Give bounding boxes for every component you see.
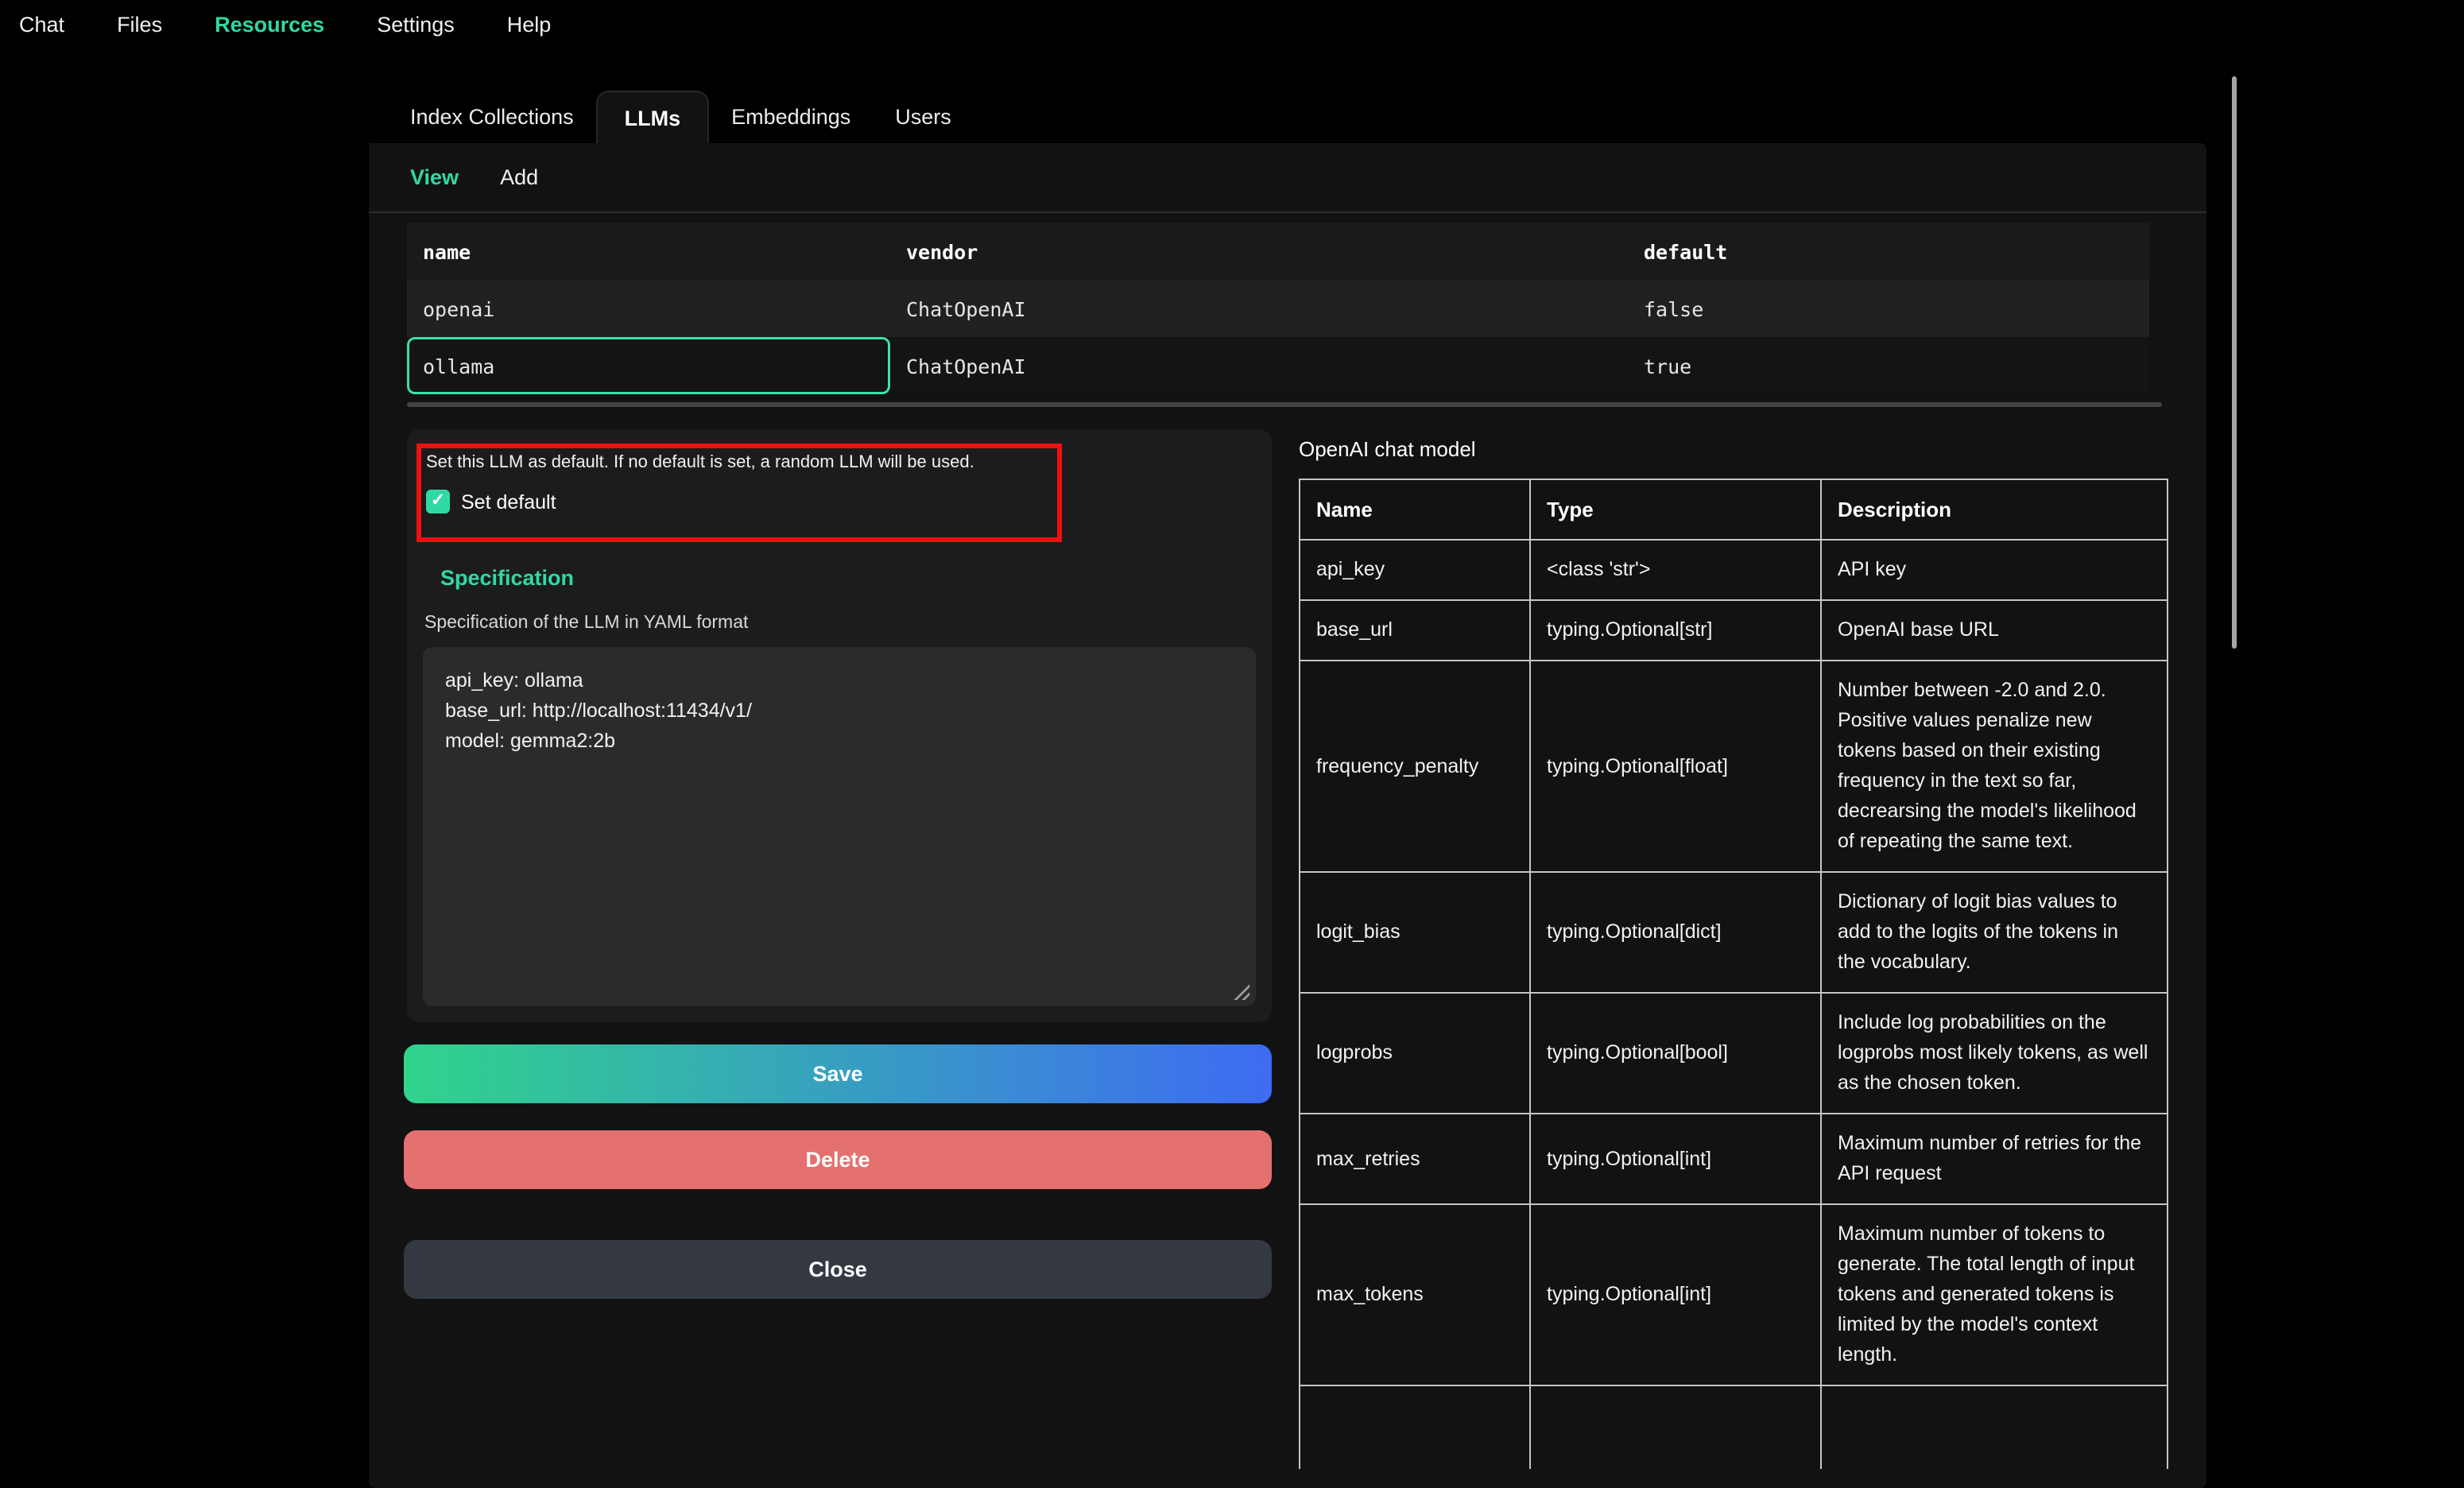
delete-button[interactable]: Delete [404,1130,1272,1189]
llm-table: name vendor default openai ChatOpenAI fa… [407,223,2149,394]
nav-item-chat[interactable]: Chat [19,12,64,36]
schema-cell-type: typing.Optional[str] [1530,600,1821,661]
schema-cell-description [1821,1385,2168,1469]
default-note-text: Set this LLM as default. If no default i… [426,453,974,472]
tab-llms[interactable]: LLMs [596,91,710,143]
cell-default: true [1628,337,2149,394]
llms-panel: View Add name vendor default openai Chat… [369,143,2206,1488]
schema-cell-type: typing.Optional[dict] [1530,872,1821,993]
llm-table-header: name vendor default [407,223,2149,280]
annotation-red-box: Set this LLM as default. If no default i… [416,444,1062,542]
schema-cell-description: Number between -2.0 and 2.0. Positive va… [1821,661,2168,872]
close-button[interactable]: Close [404,1240,1272,1299]
schema-row-frequency-penalty: frequency_penalty typing.Optional[float]… [1300,661,2168,872]
schema-cell-type [1530,1385,1821,1469]
schema-col-name: Name [1300,479,1530,540]
set-default-checkbox[interactable]: ✓ [426,490,450,513]
schema-cell-name: frequency_penalty [1300,661,1530,872]
check-icon: ✓ [431,491,445,510]
cell-default: false [1628,280,2149,337]
subtab-view[interactable]: View [389,165,479,188]
schema-row-max-retries: max_retries typing.Optional[int] Maximum… [1300,1114,2168,1204]
schema-cell-description: OpenAI base URL [1821,600,2168,661]
schema-cell-description: API key [1821,540,2168,600]
specification-heading: Specification [440,566,574,590]
schema-row-base-url: base_url typing.Optional[str] OpenAI bas… [1300,600,2168,661]
schema-cell-type: typing.Optional[int] [1530,1114,1821,1204]
model-schema-table: Name Type Description api_key <class 'st… [1299,479,2168,1469]
tab-index-collections[interactable]: Index Collections [388,91,596,143]
column-header-name: name [407,223,890,280]
llm-row-ollama[interactable]: ollama ChatOpenAI true [407,337,2149,394]
nav-item-settings[interactable]: Settings [377,12,455,36]
yaml-spec-textarea[interactable]: api_key: ollama base_url: http://localho… [423,647,1256,1006]
nav-item-files[interactable]: Files [117,12,162,36]
save-button[interactable]: Save [404,1044,1272,1103]
schema-cell-type: typing.Optional[int] [1530,1204,1821,1385]
specification-caption: Specification of the LLM in YAML format [424,614,748,633]
schema-cell-description: Include log probabilities on the logprob… [1821,993,2168,1114]
app-root: Chat Files Resources Settings Help Index… [0,0,2464,1488]
top-nav: Chat Files Resources Settings Help [0,0,2464,48]
schema-cell-description: Maximum number of tokens to generate. Th… [1821,1204,2168,1385]
llm-row-openai[interactable]: openai ChatOpenAI false [407,280,2149,337]
schema-row-max-tokens: max_tokens typing.Optional[int] Maximum … [1300,1204,2168,1385]
schema-cell-name: max_retries [1300,1114,1530,1204]
tab-users[interactable]: Users [873,91,974,143]
schema-row-logit-bias: logit_bias typing.Optional[dict] Diction… [1300,872,2168,993]
schema-cell-name [1300,1385,1530,1469]
schema-row-api-key: api_key <class 'str'> API key [1300,540,2168,600]
schema-cell-type: typing.Optional[float] [1530,661,1821,872]
schema-cell-type: <class 'str'> [1530,540,1821,600]
set-default-row[interactable]: ✓ Set default [426,490,556,513]
schema-cell-name: api_key [1300,540,1530,600]
schema-header-row: Name Type Description [1300,479,2168,540]
schema-cell-name: logprobs [1300,993,1530,1114]
yaml-textarea-wrap: api_key: ollama base_url: http://localho… [423,647,1256,1006]
nav-item-resources[interactable]: Resources [215,12,324,36]
vertical-scrollbar[interactable] [2232,76,2237,649]
nav-item-help[interactable]: Help [507,12,552,36]
column-header-vendor: vendor [890,223,1628,280]
schema-row-logprobs: logprobs typing.Optional[bool] Include l… [1300,993,2168,1114]
schema-cell-name: logit_bias [1300,872,1530,993]
model-panel-title: OpenAI chat model [1299,437,1476,461]
subtab-add[interactable]: Add [479,165,559,188]
tab-embeddings[interactable]: Embeddings [709,91,873,143]
view-add-subtabs: View Add [389,153,559,200]
schema-cell-type: typing.Optional[bool] [1530,993,1821,1114]
cell-name-selected: ollama [407,337,890,394]
cell-vendor: ChatOpenAI [890,337,1628,394]
schema-cell-description: Dictionary of logit bias values to add t… [1821,872,2168,993]
schema-cell-name: base_url [1300,600,1530,661]
llm-detail-card: Set this LLM as default. If no default i… [407,429,1272,1022]
set-default-label: Set default [461,490,556,513]
cell-name: openai [407,280,890,337]
schema-row-partial [1300,1385,2168,1469]
horizontal-scrollbar[interactable] [407,402,2162,407]
schema-col-description: Description [1821,479,2168,540]
schema-col-type: Type [1530,479,1821,540]
cell-vendor: ChatOpenAI [890,280,1628,337]
column-header-default: default [1628,223,2149,280]
resources-tab-bar: Index Collections LLMs Embeddings Users [369,91,974,143]
app-scaled-canvas: Chat Files Resources Settings Help Index… [0,0,2464,1488]
schema-cell-description: Maximum number of retries for the API re… [1821,1114,2168,1204]
subtab-divider [369,211,2206,213]
schema-cell-name: max_tokens [1300,1204,1530,1385]
